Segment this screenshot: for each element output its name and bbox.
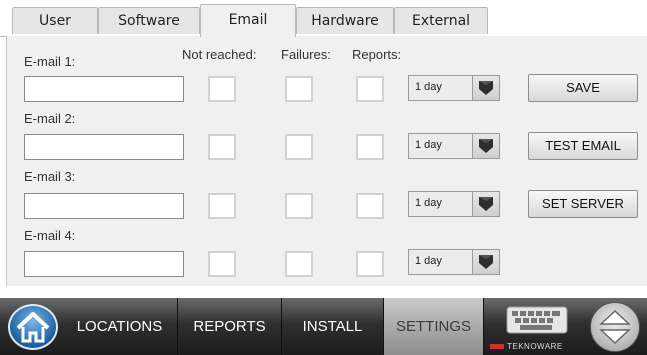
email-3-label: E-mail 3:	[24, 169, 76, 184]
nav-locations[interactable]: LOCATIONS	[62, 298, 178, 355]
tab-external[interactable]: External	[394, 7, 488, 34]
email-4-label: E-mail 4:	[24, 228, 76, 243]
nav-settings[interactable]: SETTINGS	[384, 298, 484, 355]
up-down-icon[interactable]	[590, 302, 640, 352]
email-4-interval-select[interactable]: 1 day	[408, 249, 500, 275]
email-4-failures-checkbox[interactable]	[285, 251, 313, 277]
email-1-not-reached-checkbox[interactable]	[208, 76, 236, 102]
tab-user[interactable]: User	[12, 7, 98, 34]
email-3-interval-select[interactable]: 1 day	[408, 191, 500, 217]
email-2-interval-select[interactable]: 1 day	[408, 133, 500, 159]
email-2-failures-checkbox[interactable]	[285, 134, 313, 160]
keyboard-icon[interactable]	[506, 306, 568, 334]
save-button[interactable]: SAVE	[528, 74, 638, 102]
tab-hardware[interactable]: Hardware	[296, 7, 394, 34]
logo-mark	[490, 344, 504, 350]
set-server-button[interactable]: SET SERVER	[528, 190, 638, 218]
tab-email[interactable]: Email	[200, 4, 296, 37]
reports-header: Reports:	[352, 47, 402, 62]
email-1-failures-checkbox[interactable]	[285, 76, 313, 102]
test-email-button[interactable]: TEST EMAIL	[528, 132, 638, 160]
email-3-failures-checkbox[interactable]	[285, 193, 313, 219]
failures-header: Failures:	[281, 47, 331, 62]
home-icon[interactable]	[8, 304, 58, 350]
email-3-interval-value: 1 day	[415, 197, 442, 209]
tab-software[interactable]: Software	[98, 7, 200, 34]
email-3-not-reached-checkbox[interactable]	[208, 193, 236, 219]
email-1-interval-select[interactable]: 1 day	[408, 75, 500, 101]
email-3-reports-checkbox[interactable]	[356, 193, 384, 219]
email-2-label: E-mail 2:	[24, 111, 76, 126]
email-4-reports-checkbox[interactable]	[356, 251, 384, 277]
email-1-interval-value: 1 day	[415, 81, 442, 93]
bottom-nav-bar: LOCATIONS REPORTS INSTALL SETTINGS TEKNO…	[0, 298, 647, 355]
email-1-label: E-mail 1:	[24, 54, 76, 69]
email-4-field[interactable]	[24, 251, 184, 277]
teknoware-logo: TEKNOWARE	[490, 342, 563, 351]
email-2-interval-value: 1 day	[415, 139, 442, 151]
email-2-not-reached-checkbox[interactable]	[208, 134, 236, 160]
email-1-field[interactable]	[24, 76, 184, 102]
not-reached-header: Not reached:	[182, 47, 257, 62]
chevron-down-icon[interactable]	[472, 134, 499, 158]
email-1-reports-checkbox[interactable]	[356, 76, 384, 102]
email-2-field[interactable]	[24, 134, 184, 160]
email-3-field[interactable]	[24, 193, 184, 219]
nav-reports[interactable]: REPORTS	[178, 298, 282, 355]
email-2-reports-checkbox[interactable]	[356, 134, 384, 160]
tab-bar: User Software Email Hardware External	[0, 0, 647, 37]
chevron-down-icon[interactable]	[472, 250, 499, 274]
logo-text: TEKNOWARE	[507, 342, 563, 351]
nav-install[interactable]: INSTALL	[282, 298, 384, 355]
email-4-not-reached-checkbox[interactable]	[208, 251, 236, 277]
chevron-down-icon[interactable]	[472, 76, 499, 100]
chevron-down-icon[interactable]	[472, 192, 499, 216]
email-4-interval-value: 1 day	[415, 255, 442, 267]
